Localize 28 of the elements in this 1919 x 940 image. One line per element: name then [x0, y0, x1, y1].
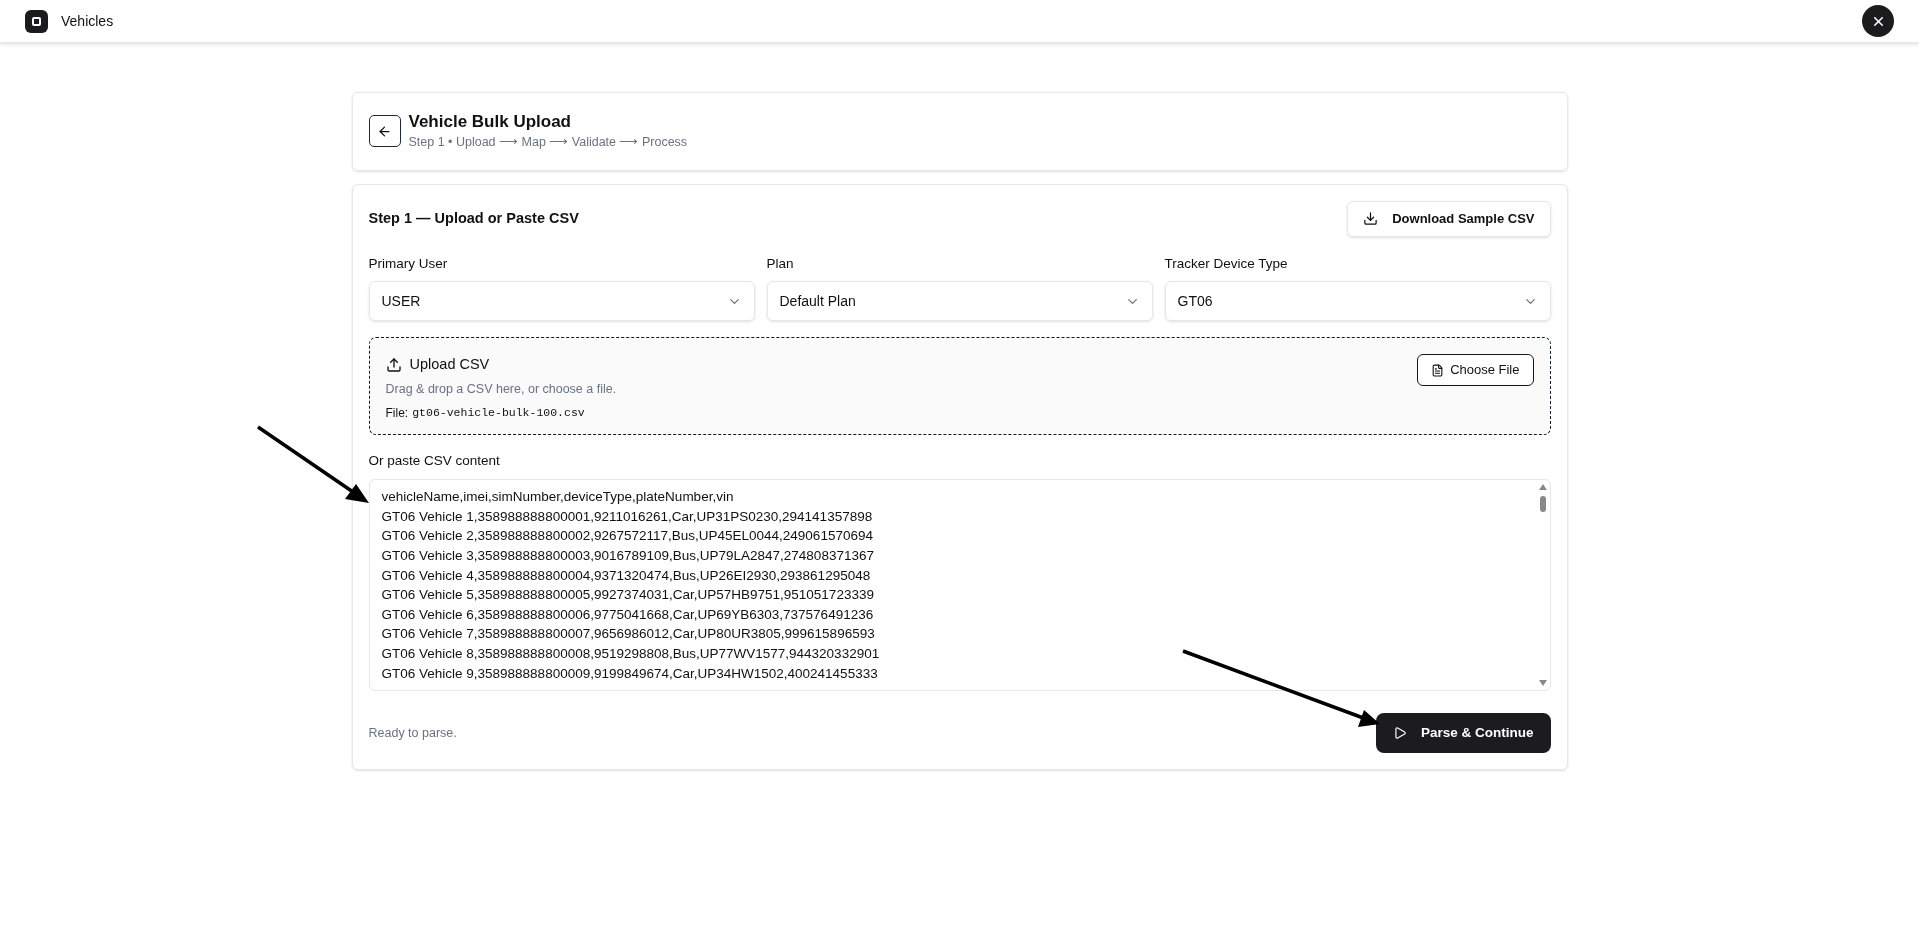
close-button[interactable] — [1862, 5, 1894, 37]
page-subtitle: Step 1 • Upload ⟶ Map ⟶ Validate ⟶ Process — [408, 134, 688, 151]
status-text: Ready to parse. — [368, 724, 457, 742]
upload-hint: Drag & drop a CSV here, or choose a file. — [385, 380, 617, 398]
download-sample-button[interactable]: Download Sample CSV — [1347, 200, 1551, 237]
csv-input-field[interactable]: vehicleName,imei,simNumber,deviceType,plateNumber,vin GT06 Vehicle 1,358988888800001,9211016261,Car,UP31PS0230,294141357898 GT06 Vehicle 2,358988888800002,9267572117,Bus,UP45EL0044,249061570694 GT06 Vehicle 3,358988888800003,9016789109,Bus,UP79LA2847,274808371367 GT06 Vehicle 4,358988888800004,9371320474,Bus,UP26EI2930,293861295048 GT06 Vehicle 5,358988888800005,9927374031,Car,UP57HB9751,951051723339 GT06 Vehicle 6,358988888800006,9775041668,Car,UP69YB6303,737576491236 GT06 Vehicle 7,358988888800007,9656986012,Car,UP80UR3805,999615896593 GT06 Vehicle 8,358988888800008,9519298808,Bus,UP77WV1577,944320332901 GT06 Vehicle 9,358988888800009,9199849674,Car,UP34HW1502,400241455333 — [368, 479, 1551, 692]
choose-file-button[interactable]: Choose File — [1417, 354, 1534, 386]
page-title: Vehicle Bulk Upload — [408, 111, 572, 133]
select-field[interactable]: GT06 — [1164, 281, 1551, 321]
parse-continue-button[interactable]: Parse & Continue — [1375, 713, 1551, 754]
app-title: Vehicles — [61, 11, 114, 31]
select-field[interactable]: Default Plan — [766, 281, 1153, 321]
file-label: File: — [385, 404, 409, 422]
play-icon — [1392, 726, 1407, 741]
select-field[interactable]: USER — [368, 281, 755, 321]
select-label: Tracker Device Type — [1164, 254, 1289, 273]
file-name: gt06-vehicle-bulk-100.csv — [412, 404, 585, 421]
upload-icon — [385, 356, 402, 373]
step-title: Step 1 — Upload or Paste CSV — [368, 208, 579, 228]
download-icon — [1363, 211, 1379, 227]
upload-dropzone[interactable]: Upload CSV Drag & drop a CSV here, or choose a file. File: gt06-vehicle-bulk-100.csv Choose File — [368, 337, 1551, 435]
back-button[interactable] — [368, 115, 401, 148]
select-label: Primary User — [368, 254, 449, 273]
paste-label: Or paste CSV content — [368, 452, 501, 470]
select-label: Plan — [766, 254, 795, 273]
app-logo-icon — [25, 9, 48, 33]
file-icon — [1431, 363, 1445, 377]
upload-title: Upload CSV — [409, 355, 490, 374]
